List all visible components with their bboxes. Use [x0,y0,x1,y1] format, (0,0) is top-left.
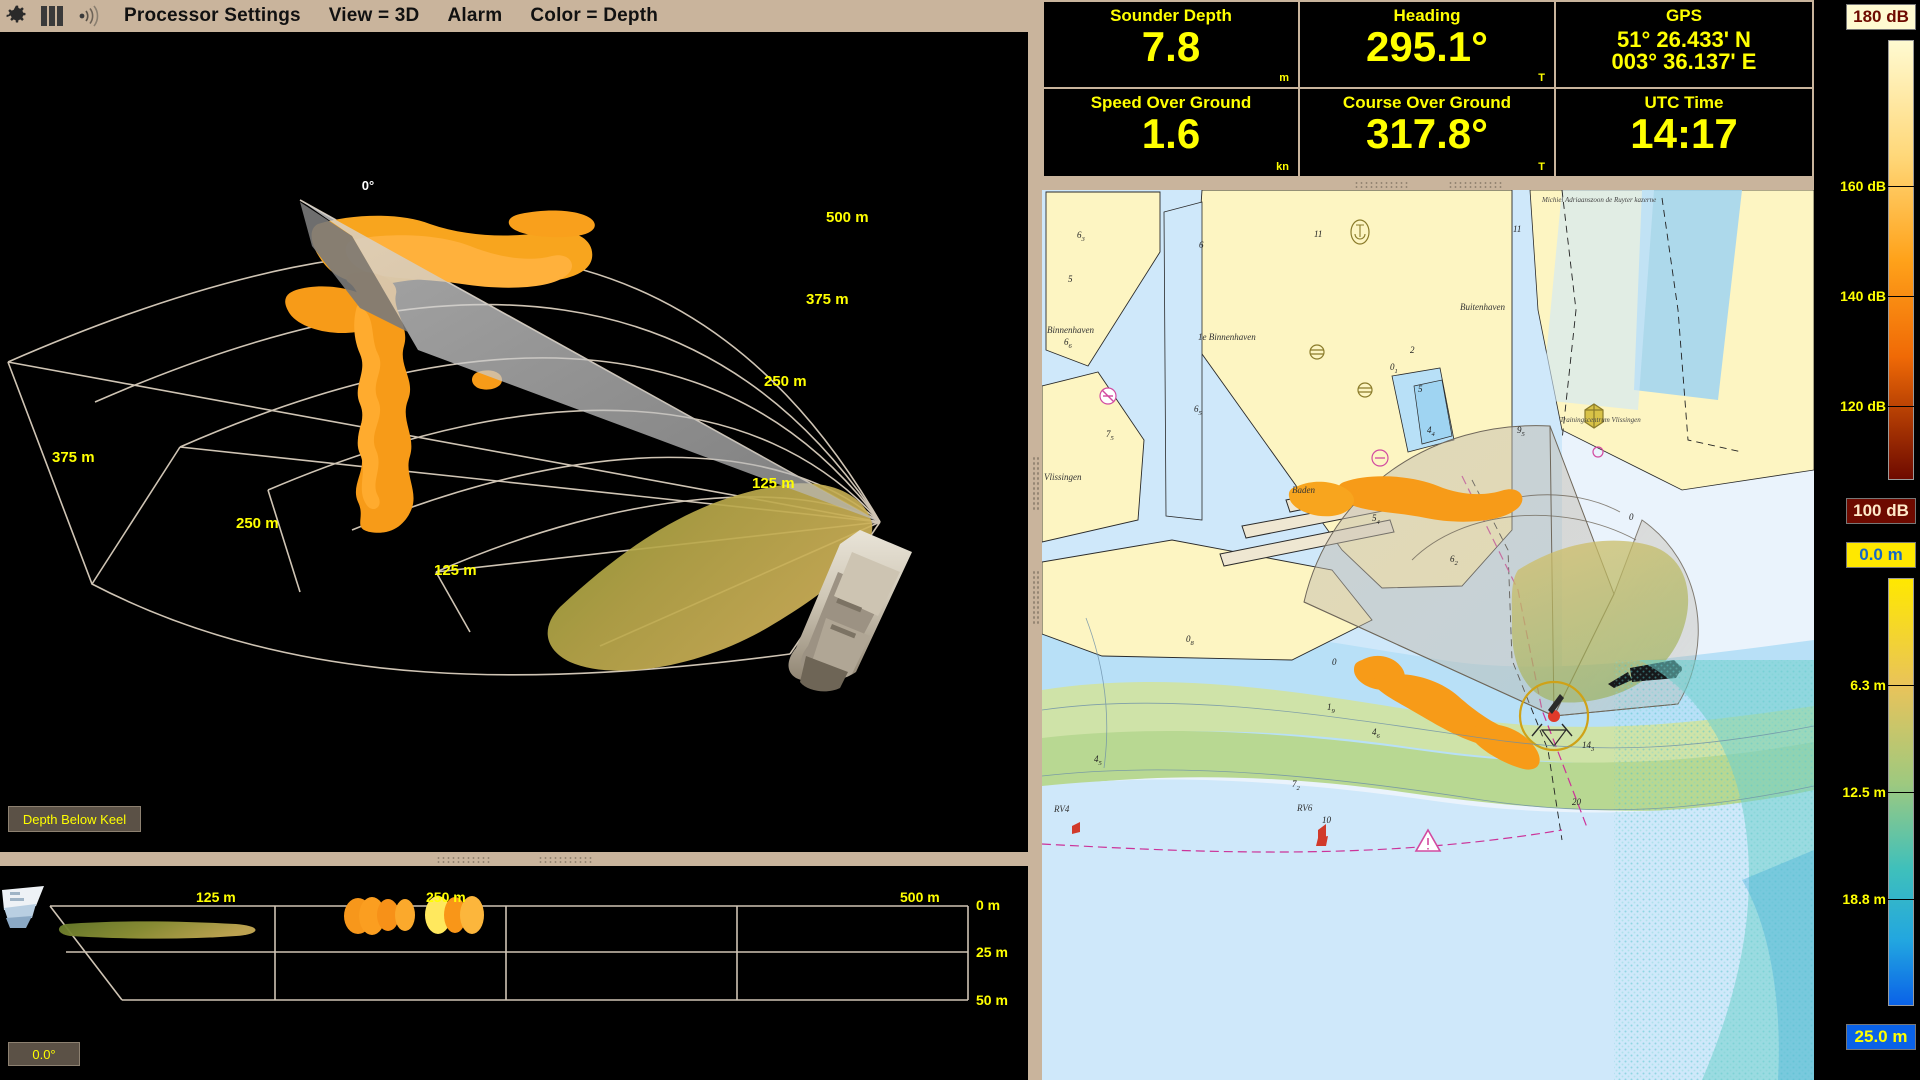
right-panel: Sounder Depth 7.8 m Heading 295.1° T GPS… [1042,0,1842,1080]
data-cell-heading: Heading 295.1° T [1300,2,1556,89]
heading-unit: T [1538,72,1545,84]
chart-sounding: 11 [1314,229,1322,239]
db-tick-140: 140 dB [1840,288,1886,304]
profile-depth-25: 25 m [976,944,1008,960]
menu-view-mode[interactable]: View = 3D [315,5,434,27]
db-color-bar [1888,40,1914,480]
vessel-icon-profile [2,886,44,928]
utc-time-value: 14:17 [1630,109,1738,157]
profile-grid [49,905,969,1001]
gps-label: GPS [1666,6,1702,25]
horizontal-splitter[interactable] [0,852,1028,866]
left-panel: Processor Settings View = 3D Alarm Color… [0,0,1028,1080]
chart-place-name: Vlissingen [1044,472,1082,482]
gps-longitude: 003° 36.137' E [1611,48,1757,74]
chart-sounding: 0 [1629,512,1634,522]
bars-icon[interactable] [34,0,70,32]
chart-sounding: 11 [1513,224,1521,234]
profile-range-500: 500 m [900,889,940,905]
db-tick-line [1888,296,1916,297]
range-label-left-250: 250 m [236,515,279,532]
depth-tick-line [1888,685,1916,686]
depth-scale-max-label[interactable]: 25.0 m [1846,1024,1916,1050]
chart-place-name: RV4 [1053,804,1070,814]
range-label-right-500: 500 m [826,209,869,226]
chart-sounding: 20 [1572,797,1582,807]
chart-splitter[interactable] [1042,178,1814,190]
profile-range-125: 125 m [196,889,236,905]
menu-color-mode[interactable]: Color = Depth [516,5,672,27]
data-cell-utc-time: UTC Time 14:17 [1556,89,1812,176]
speed-over-ground-unit: kn [1276,161,1289,173]
chart-place-name: Trainingscentrum Vlissingen [1560,416,1641,424]
heading-value: 295.1° [1366,22,1488,70]
chart-place-name: Buitenhaven [1460,302,1505,312]
tilt-angle-badge[interactable]: 0.0° [8,1042,80,1066]
sonar-profile-view[interactable]: 125 m 250 m 500 m 0 m 25 m 50 m [0,866,1028,1080]
chart-sounding: 5 [1068,274,1073,284]
menu-alarm[interactable]: Alarm [433,5,516,27]
data-cell-gps: GPS 51° 26.433' N 003° 36.137' E [1556,2,1812,89]
scale-bars-panel: 180 dB 160 dB 140 dB 120 dB 100 dB 0.0 m… [1840,0,1920,1080]
data-cell-course-over-ground: Course Over Ground 317.8° T [1300,89,1556,176]
range-label-right-125: 125 m [752,475,795,492]
db-scale-min-label[interactable]: 100 dB [1846,498,1916,524]
vertical-splitter[interactable] [1028,0,1042,1080]
splitter-grip-icon [538,855,592,863]
db-tick-line [1888,406,1916,407]
range-label-left-125: 125 m [434,562,477,579]
profile-range-250: 250 m [426,889,466,905]
chart-sounding: 5 [1418,384,1423,394]
nautical-chart-view[interactable]: 1e Binnenhaven Binnenhaven Buitenhaven Vlis… [1042,190,1814,1080]
profile-seabed [58,921,256,939]
db-scale-max-label[interactable]: 180 dB [1846,4,1916,30]
db-tick-line [1888,186,1916,187]
depth-tick-line [1888,792,1916,793]
chart-place-name: Michiel Adriaanszoon de Ruyter kazerne [1541,196,1656,204]
chart-place-name: RV6 [1296,803,1313,813]
splitter-grip-icon [1031,570,1039,624]
course-over-ground-value: 317.8° [1366,109,1488,157]
range-label-left-375: 375 m [52,449,95,466]
sounder-depth-unit: m [1279,72,1289,84]
depth-tick-6-3: 6.3 m [1850,677,1886,693]
splitter-grip-icon [1031,456,1039,510]
navigation-data-panel: Sounder Depth 7.8 m Heading 295.1° T GPS… [1042,0,1814,178]
course-over-ground-unit: T [1538,161,1545,173]
chart-sounding: 2 [1410,345,1415,355]
depth-tick-line [1888,899,1916,900]
bearing-label-0deg: 0° [362,178,374,193]
range-label-right-375: 375 m [806,291,849,308]
speed-over-ground-value: 1.6 [1141,109,1201,157]
splitter-grip-icon [1354,180,1408,188]
db-tick-160: 160 dB [1840,178,1886,194]
menu-processor-settings[interactable]: Processor Settings [110,5,315,27]
chart-sounding: 0 [1332,657,1337,667]
sounder-depth-value: 7.8 [1141,22,1201,70]
chart-place-name: Binnenhaven [1047,325,1094,335]
toolbar: Processor Settings View = 3D Alarm Color… [0,0,1028,32]
chart-place-name: Baden [1292,485,1315,495]
profile-depth-50: 50 m [976,992,1008,1008]
splitter-grip-icon [1448,180,1502,188]
gps-latitude: 51° 26.433' N [1617,26,1751,52]
sonar-3d-view[interactable]: 0° 500 m 375 m 250 m 125 m 375 m 250 m 1… [0,32,1028,852]
depth-scale-min-label[interactable]: 0.0 m [1846,542,1916,568]
chart-sounding: 6 [1199,240,1204,250]
depth-tick-18-8: 18.8 m [1842,891,1886,907]
depth-below-keel-button[interactable]: Depth Below Keel [8,806,141,832]
range-label-right-250: 250 m [764,373,807,390]
profile-depth-0: 0 m [976,897,1000,913]
gear-icon[interactable] [0,0,34,32]
data-cell-sounder-depth: Sounder Depth 7.8 m [1044,2,1300,89]
depth-tick-12-5: 12.5 m [1842,784,1886,800]
chart-place-name: 1e Binnenhaven [1198,332,1256,342]
chart-sounding: 10 [1322,815,1332,825]
signal-icon[interactable] [70,0,110,32]
splitter-grip-icon [436,855,490,863]
data-cell-speed-over-ground: Speed Over Ground 1.6 kn [1044,89,1300,176]
db-tick-120: 120 dB [1840,398,1886,414]
